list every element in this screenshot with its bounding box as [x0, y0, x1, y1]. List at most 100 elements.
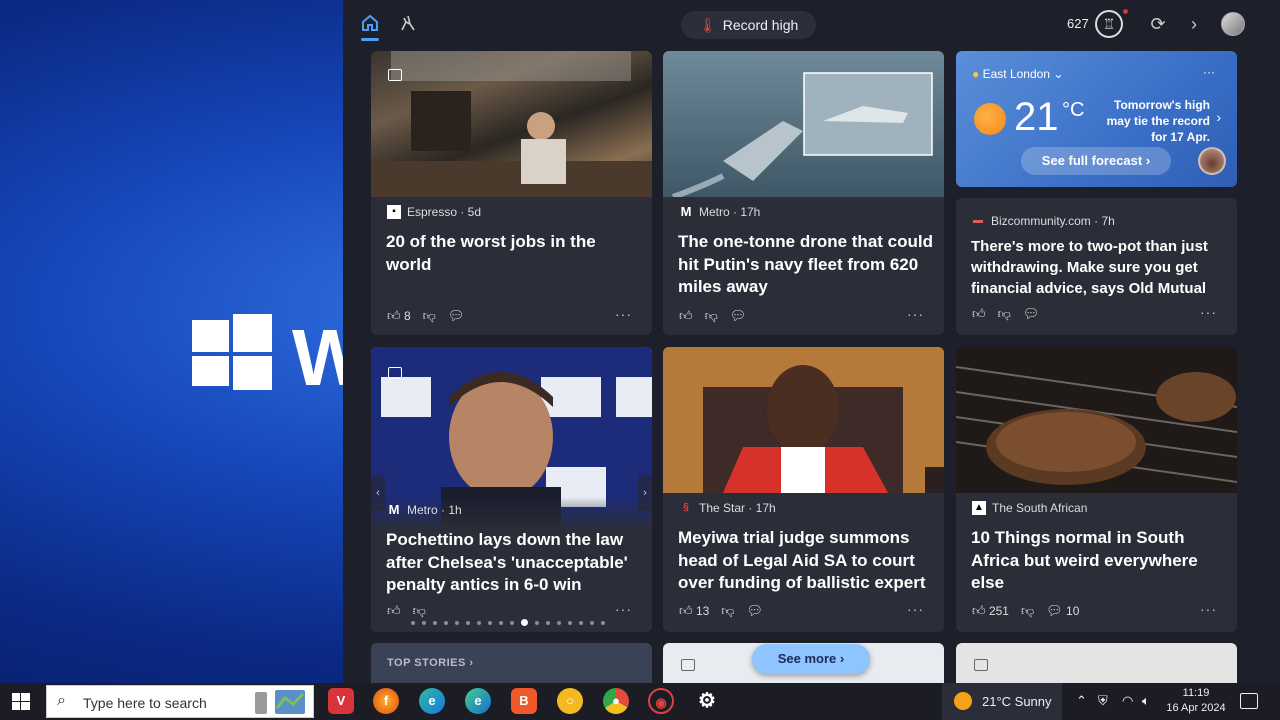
- chevron-up-icon[interactable]: ⌃: [1076, 693, 1087, 709]
- news-card[interactable]: ▬ Bizcommunity.com · 7h There's more to …: [956, 198, 1237, 335]
- article-source: Bizcommunity.com · 7h: [991, 214, 1115, 228]
- settings-gear-icon[interactable]: ⚙: [694, 688, 720, 714]
- thumbs-down-icon[interactable]: 👎︎: [423, 308, 436, 324]
- weather-card[interactable]: ● East London ⌄ ··· 21 °C Tomorrow's hig…: [956, 51, 1237, 187]
- gallery-icon: [388, 69, 402, 81]
- security-shield-icon[interactable]: ⛨: [1098, 693, 1108, 709]
- article-actions: 👍︎ 👎︎ 💬︎: [972, 306, 1039, 322]
- thumbs-down-icon[interactable]: 👎︎: [1021, 603, 1034, 619]
- article-meta: M Metro · 17h: [679, 204, 761, 220]
- thumbs-up-icon[interactable]: 👍︎: [679, 308, 693, 324]
- article-actions: 👍︎ 8 👎︎ 💬︎: [387, 308, 464, 324]
- home-icon[interactable]: [359, 13, 381, 35]
- like-button[interactable]: 👍︎ 8: [387, 308, 411, 324]
- refresh-icon[interactable]: ⟳: [1147, 13, 1169, 35]
- news-card[interactable]: § The Star · 17h Meyiwa trial judge summ…: [663, 347, 944, 632]
- like-button[interactable]: 👍︎ 13: [679, 603, 709, 619]
- article-meta: M Metro · 1h: [387, 503, 462, 518]
- rewards-trophy-icon[interactable]: ♖: [1095, 10, 1123, 38]
- source-logo: M: [680, 204, 692, 219]
- yellow-app-icon[interactable]: ○: [557, 688, 583, 714]
- thumbs-down-icon[interactable]: 👎︎: [998, 306, 1011, 322]
- more-options-icon[interactable]: ···: [1200, 304, 1217, 320]
- comment-icon[interactable]: 💬︎: [1023, 306, 1040, 322]
- record-high-pill[interactable]: 🌡 Record high: [681, 11, 817, 39]
- volume-icon[interactable]: 🔈︎: [1142, 693, 1150, 709]
- article-actions: 👍︎ 13 👎︎ 💬︎: [679, 603, 763, 619]
- news-card[interactable]: [956, 643, 1237, 683]
- article-actions: 👍︎ 👎︎ 💬︎: [679, 308, 746, 324]
- more-options-icon[interactable]: ···: [615, 601, 632, 617]
- article-headline[interactable]: Meyiwa trial judge summons head of Legal…: [678, 527, 936, 595]
- target-app-icon[interactable]: ◉: [648, 688, 674, 714]
- taskbar: ⌕ Type here to search V f e e B ○ ● ◉ ⚙ …: [0, 683, 1280, 720]
- carousel-dots[interactable]: [411, 619, 605, 626]
- top-stories-link[interactable]: TOP STORIES ›: [387, 657, 474, 669]
- comment-icon[interactable]: 💬︎: [730, 308, 747, 324]
- windows-logo: [192, 314, 272, 390]
- taskbar-weather[interactable]: 21°C Sunny: [942, 683, 1062, 720]
- article-image: [371, 51, 652, 197]
- thumbs-down-icon[interactable]: 👎︎: [721, 603, 734, 619]
- thumbs-down-icon[interactable]: 👎︎: [413, 603, 426, 619]
- like-button[interactable]: 👍︎ 251: [972, 603, 1009, 619]
- news-card[interactable]: ▲ The South African 10 Things normal in …: [956, 347, 1237, 632]
- start-button[interactable]: [12, 693, 30, 710]
- like-count: 13: [695, 604, 710, 618]
- article-image: [663, 51, 944, 197]
- search-icon: ⌕: [57, 692, 66, 709]
- clock-date: 16 Apr 2024: [1166, 702, 1226, 714]
- clock-time: 11:19: [1182, 687, 1210, 699]
- more-options-icon[interactable]: ···: [1203, 65, 1215, 79]
- article-headline[interactable]: There's more to two-pot than just withdr…: [971, 236, 1227, 299]
- more-options-icon[interactable]: ···: [615, 306, 632, 322]
- article-headline[interactable]: The one-tonne drone that could hit Putin…: [678, 231, 934, 299]
- more-options-icon[interactable]: ···: [907, 601, 924, 617]
- wifi-icon[interactable]: ◠: [1122, 693, 1133, 709]
- source-logo: §: [683, 502, 689, 513]
- more-options-icon[interactable]: ···: [1200, 601, 1217, 617]
- more-options-icon[interactable]: ···: [907, 306, 924, 322]
- forecast-button-label: See full forecast: [1041, 153, 1143, 168]
- profile-avatar[interactable]: [1221, 12, 1245, 36]
- article-headline[interactable]: 20 of the worst jobs in the world: [386, 231, 642, 276]
- notification-center-icon[interactable]: [1240, 693, 1258, 709]
- edge-canary-icon[interactable]: e: [419, 688, 445, 714]
- carousel-prev-button[interactable]: ‹: [371, 475, 385, 511]
- article-actions: 👍︎ 👎︎: [387, 603, 426, 619]
- article-image: [956, 347, 1237, 493]
- chevron-right-icon[interactable]: ›: [1183, 13, 1205, 35]
- comment-icon[interactable]: 💬︎: [448, 308, 465, 324]
- image-icon: [974, 659, 988, 671]
- vivaldi-icon[interactable]: V: [328, 688, 354, 714]
- taskbar-search[interactable]: ⌕ Type here to search: [46, 685, 314, 718]
- article-source: The Star · 17h: [699, 501, 776, 515]
- chrome-icon[interactable]: ●: [603, 688, 629, 714]
- thumbs-up-icon[interactable]: 👍︎: [387, 603, 401, 619]
- weather-location[interactable]: ● East London ⌄: [972, 67, 1063, 81]
- article-source: The South African: [992, 501, 1088, 515]
- comment-off-icon[interactable]: 💬︎: [747, 603, 764, 619]
- thumbs-down-icon[interactable]: 👎︎: [705, 308, 718, 324]
- article-headline[interactable]: 10 Things normal in South Africa but wei…: [971, 527, 1229, 595]
- edge-icon[interactable]: e: [465, 688, 491, 714]
- thumbs-up-icon[interactable]: 👍︎: [972, 306, 986, 322]
- news-card[interactable]: ▪ Espresso · 5d 20 of the worst jobs in …: [371, 51, 652, 335]
- thermometer-icon: 🌡: [699, 17, 717, 33]
- article-image: [663, 347, 944, 493]
- carousel-next-button[interactable]: ›: [638, 475, 652, 511]
- news-card[interactable]: M Metro · 17h The one-tonne drone that c…: [663, 51, 944, 335]
- firefox-icon[interactable]: f: [373, 688, 399, 714]
- taskbar-clock[interactable]: 11:19 16 Apr 2024: [1160, 686, 1232, 716]
- see-full-forecast-button[interactable]: See full forecast ›: [1021, 147, 1171, 175]
- article-headline[interactable]: Pochettino lays down the law after Chels…: [386, 529, 644, 597]
- see-more-button[interactable]: See more ›: [752, 644, 870, 674]
- comment-button[interactable]: 💬︎ 10: [1046, 603, 1079, 619]
- news-carousel-card[interactable]: ‹ › M Metro · 1h Pochettino lays down th…: [371, 347, 652, 632]
- see-more-label: See more: [777, 651, 837, 666]
- brave-icon[interactable]: B: [511, 688, 537, 714]
- sports-icon[interactable]: [397, 13, 419, 35]
- top-stories-card[interactable]: TOP STORIES ›: [371, 643, 652, 683]
- comment-icon: 💬︎: [1046, 603, 1063, 618]
- chevron-right-icon[interactable]: ›: [1216, 109, 1221, 125]
